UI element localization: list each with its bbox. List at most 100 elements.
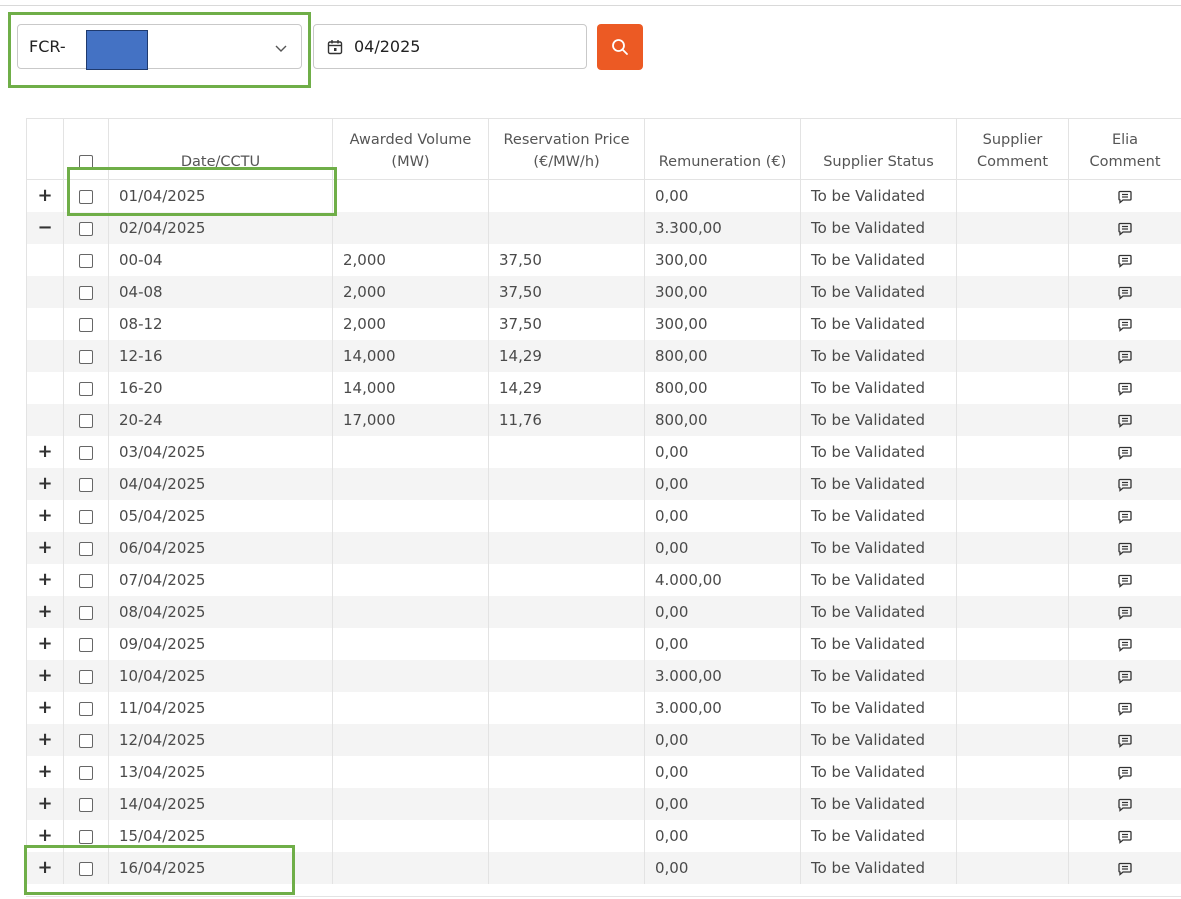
row-checkbox[interactable] <box>79 765 93 780</box>
cell-supplier-comment[interactable] <box>956 308 1069 340</box>
cell-elia-comment[interactable] <box>1068 756 1181 788</box>
comment-icon[interactable] <box>1118 350 1132 364</box>
cell-elia-comment[interactable] <box>1068 660 1181 692</box>
table-row[interactable]: +16/04/2025 0,00 To be Validated <box>26 852 1181 884</box>
table-row[interactable]: +09/04/2025 0,00 To be Validated <box>26 628 1181 660</box>
table-row[interactable]: +04/04/2025 0,00 To be Validated <box>26 468 1181 500</box>
row-select[interactable] <box>63 308 109 340</box>
table-row[interactable]: +13/04/2025 0,00 To be Validated <box>26 756 1181 788</box>
row-select[interactable] <box>63 372 109 404</box>
row-checkbox[interactable] <box>79 701 93 716</box>
row-checkbox[interactable] <box>79 477 93 492</box>
cell-elia-comment[interactable] <box>1068 852 1181 884</box>
row-expander[interactable]: + <box>26 820 64 852</box>
cell-elia-comment[interactable] <box>1068 436 1181 468</box>
cell-elia-comment[interactable] <box>1068 372 1181 404</box>
row-expander[interactable]: + <box>26 756 64 788</box>
cell-elia-comment[interactable] <box>1068 212 1181 244</box>
comment-icon[interactable] <box>1118 446 1132 460</box>
cell-elia-comment[interactable] <box>1068 179 1181 212</box>
row-select[interactable] <box>63 500 109 532</box>
comment-icon[interactable] <box>1118 574 1132 588</box>
comment-icon[interactable] <box>1118 638 1132 652</box>
row-select[interactable] <box>63 564 109 596</box>
table-row[interactable]: +07/04/2025 4.000,00 To be Validated <box>26 564 1181 596</box>
row-checkbox[interactable] <box>79 221 93 236</box>
cell-supplier-comment[interactable] <box>956 468 1069 500</box>
table-row[interactable]: 12-16 14,000 14,29 800,00 To be Validated <box>26 340 1181 372</box>
row-checkbox[interactable] <box>79 445 93 460</box>
month-picker[interactable]: 04/2025 <box>313 24 587 69</box>
comment-icon[interactable] <box>1118 542 1132 556</box>
expand-toggle[interactable]: + <box>37 185 52 206</box>
row-checkbox[interactable] <box>79 381 93 396</box>
table-row[interactable]: +12/04/2025 0,00 To be Validated <box>26 724 1181 756</box>
comment-icon[interactable] <box>1118 286 1132 300</box>
expand-toggle[interactable]: + <box>37 825 52 846</box>
select-all-checkbox[interactable] <box>79 155 93 169</box>
row-checkbox[interactable] <box>79 509 93 524</box>
row-select[interactable] <box>63 852 109 884</box>
row-expander[interactable]: + <box>26 179 64 212</box>
expand-toggle[interactable]: + <box>37 537 52 558</box>
row-select[interactable] <box>63 596 109 628</box>
table-row[interactable]: 08-12 2,000 37,50 300,00 To be Validated <box>26 308 1181 340</box>
header-remuneration[interactable]: Remuneration (€) <box>644 118 801 180</box>
cell-supplier-comment[interactable] <box>956 212 1069 244</box>
cell-supplier-comment[interactable] <box>956 436 1069 468</box>
row-expander[interactable]: + <box>26 596 64 628</box>
row-checkbox[interactable] <box>79 669 93 684</box>
row-expander[interactable]: + <box>26 852 64 884</box>
cell-supplier-comment[interactable] <box>956 276 1069 308</box>
row-select[interactable] <box>63 212 109 244</box>
comment-icon[interactable] <box>1118 862 1132 876</box>
row-select[interactable] <box>63 404 109 436</box>
row-checkbox[interactable] <box>79 861 93 876</box>
row-expander[interactable]: + <box>26 564 64 596</box>
row-expander[interactable]: + <box>26 532 64 564</box>
comment-icon[interactable] <box>1118 766 1132 780</box>
comment-icon[interactable] <box>1118 382 1132 396</box>
cell-elia-comment[interactable] <box>1068 468 1181 500</box>
cell-elia-comment[interactable] <box>1068 564 1181 596</box>
expand-toggle[interactable]: + <box>37 505 52 526</box>
row-select[interactable] <box>63 340 109 372</box>
table-row[interactable]: +10/04/2025 3.000,00 To be Validated <box>26 660 1181 692</box>
header-supplier-comment[interactable]: Supplier Comment <box>956 118 1069 180</box>
comment-icon[interactable] <box>1118 830 1132 844</box>
row-select[interactable] <box>63 724 109 756</box>
cell-supplier-comment[interactable] <box>956 532 1069 564</box>
expand-toggle[interactable]: + <box>37 857 52 878</box>
table-row[interactable]: +05/04/2025 0,00 To be Validated <box>26 500 1181 532</box>
product-select[interactable]: FCR- <box>17 24 302 70</box>
expand-toggle[interactable]: + <box>37 441 52 462</box>
cell-elia-comment[interactable] <box>1068 596 1181 628</box>
expand-toggle[interactable]: + <box>37 665 52 686</box>
cell-supplier-comment[interactable] <box>956 756 1069 788</box>
row-select[interactable] <box>63 788 109 820</box>
row-select[interactable] <box>63 436 109 468</box>
cell-supplier-comment[interactable] <box>956 500 1069 532</box>
table-row[interactable]: +11/04/2025 3.000,00 To be Validated <box>26 692 1181 724</box>
cell-supplier-comment[interactable] <box>956 564 1069 596</box>
cell-elia-comment[interactable] <box>1068 276 1181 308</box>
row-select[interactable] <box>63 692 109 724</box>
cell-supplier-comment[interactable] <box>956 628 1069 660</box>
cell-supplier-comment[interactable] <box>956 340 1069 372</box>
expand-toggle[interactable]: + <box>37 793 52 814</box>
row-checkbox[interactable] <box>79 637 93 652</box>
cell-elia-comment[interactable] <box>1068 628 1181 660</box>
search-button[interactable] <box>597 24 643 70</box>
comment-icon[interactable] <box>1118 510 1132 524</box>
cell-supplier-comment[interactable] <box>956 852 1069 884</box>
row-select[interactable] <box>63 276 109 308</box>
cell-supplier-comment[interactable] <box>956 372 1069 404</box>
table-row[interactable]: +06/04/2025 0,00 To be Validated <box>26 532 1181 564</box>
table-row[interactable]: − 02/04/2025 3.300,00 To be Validated <box>26 212 1181 244</box>
comment-icon[interactable] <box>1118 190 1132 204</box>
expand-toggle[interactable]: + <box>37 729 52 750</box>
expand-toggle[interactable]: + <box>37 633 52 654</box>
row-expander[interactable]: + <box>26 436 64 468</box>
table-row[interactable]: +01/04/2025 0,00 To be Validated <box>26 179 1181 212</box>
cell-supplier-comment[interactable] <box>956 724 1069 756</box>
